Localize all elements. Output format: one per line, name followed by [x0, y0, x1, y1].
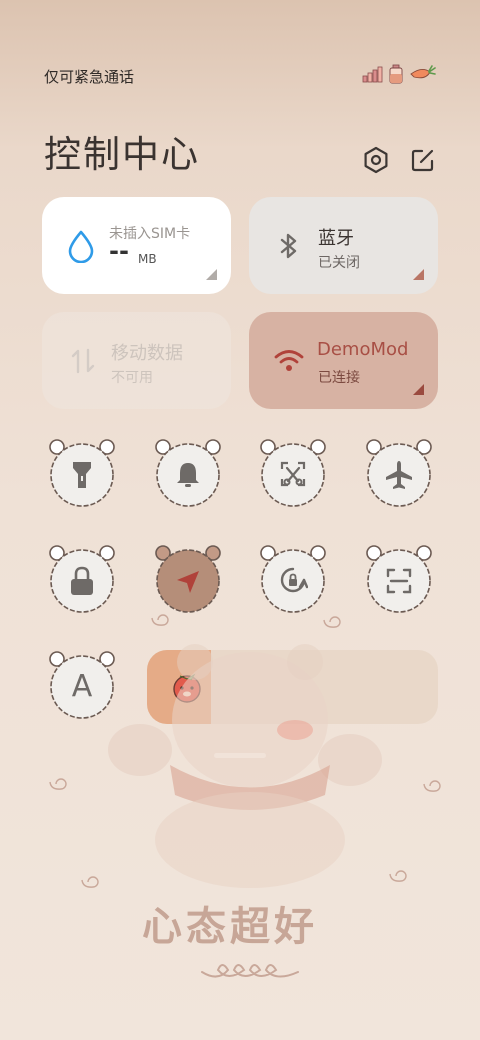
- bear-wallpaper-illustration: [108, 644, 382, 888]
- scanner-toggle[interactable]: [362, 541, 436, 615]
- scissors-screenshot-icon: [280, 461, 306, 487]
- data-usage-value: --: [109, 237, 129, 265]
- wifi-status: 已连接: [318, 370, 360, 386]
- notification-toggle[interactable]: [151, 435, 225, 509]
- bluetooth-label: 蓝牙: [318, 228, 354, 249]
- bell-icon: [177, 463, 199, 487]
- settings-button[interactable]: [359, 143, 393, 177]
- bluetooth-icon: [280, 233, 297, 259]
- swirl-decoration-icon: [49, 778, 67, 790]
- drop-icon: [68, 230, 94, 263]
- battery-bottle-icon: [388, 64, 404, 88]
- flashlight-toggle[interactable]: [45, 435, 119, 509]
- bluetooth-status: 已关闭: [318, 255, 360, 271]
- status-bar: 仅可紧急通话: [44, 62, 436, 90]
- expand-corner-icon: [413, 384, 424, 395]
- scan-icon: [386, 568, 412, 594]
- signal-bars-icon: [362, 64, 384, 88]
- carrier-status-text: 仅可紧急通话: [44, 68, 135, 86]
- data-usage-tile[interactable]: 未插入SIM卡 -- MB: [42, 197, 231, 294]
- swirl-decoration-icon: [151, 614, 169, 626]
- arrows-updown-icon: [71, 348, 95, 374]
- wifi-icon: [274, 350, 304, 371]
- airplane-mode-toggle[interactable]: [362, 435, 436, 509]
- edit-button[interactable]: [406, 143, 440, 177]
- swirl-decoration-icon: [81, 876, 99, 888]
- page-title: 控制中心: [44, 133, 200, 176]
- lock-icon: [71, 566, 93, 595]
- wallpaper-slogan: 心态超好: [142, 903, 318, 950]
- rotation-lock-icon: [280, 567, 308, 593]
- wifi-network-name: DemoMod: [317, 339, 409, 360]
- data-usage-unit: MB: [138, 252, 157, 266]
- swirl-decoration-icon: [423, 780, 441, 792]
- screenshot-toggle[interactable]: [256, 435, 330, 509]
- bluetooth-tile[interactable]: 蓝牙 已关闭: [249, 197, 438, 294]
- hexagon-gear-icon: [364, 146, 388, 174]
- expand-corner-icon: [413, 269, 424, 280]
- airplane-icon: [386, 461, 412, 489]
- expand-corner-icon: [206, 269, 217, 280]
- rotation-lock-toggle[interactable]: [256, 541, 330, 615]
- status-icons: [362, 64, 436, 88]
- flashlight-icon: [73, 462, 91, 488]
- mobile-data-label: 移动数据: [111, 343, 183, 364]
- lock-screen-toggle[interactable]: [45, 541, 119, 615]
- wifi-tile[interactable]: DemoMod 已连接: [249, 312, 438, 409]
- location-toggle[interactable]: [151, 541, 225, 615]
- edit-icon: [411, 149, 434, 172]
- mobile-data-tile[interactable]: 移动数据 不可用: [42, 312, 231, 409]
- mobile-data-status: 不可用: [111, 370, 153, 386]
- location-arrow-icon: [177, 571, 199, 593]
- carrot-icon: [408, 64, 436, 88]
- swirl-decoration-icon: [323, 616, 341, 628]
- swirl-decoration-icon: [389, 870, 407, 882]
- loop-flourish-decoration: [201, 964, 299, 978]
